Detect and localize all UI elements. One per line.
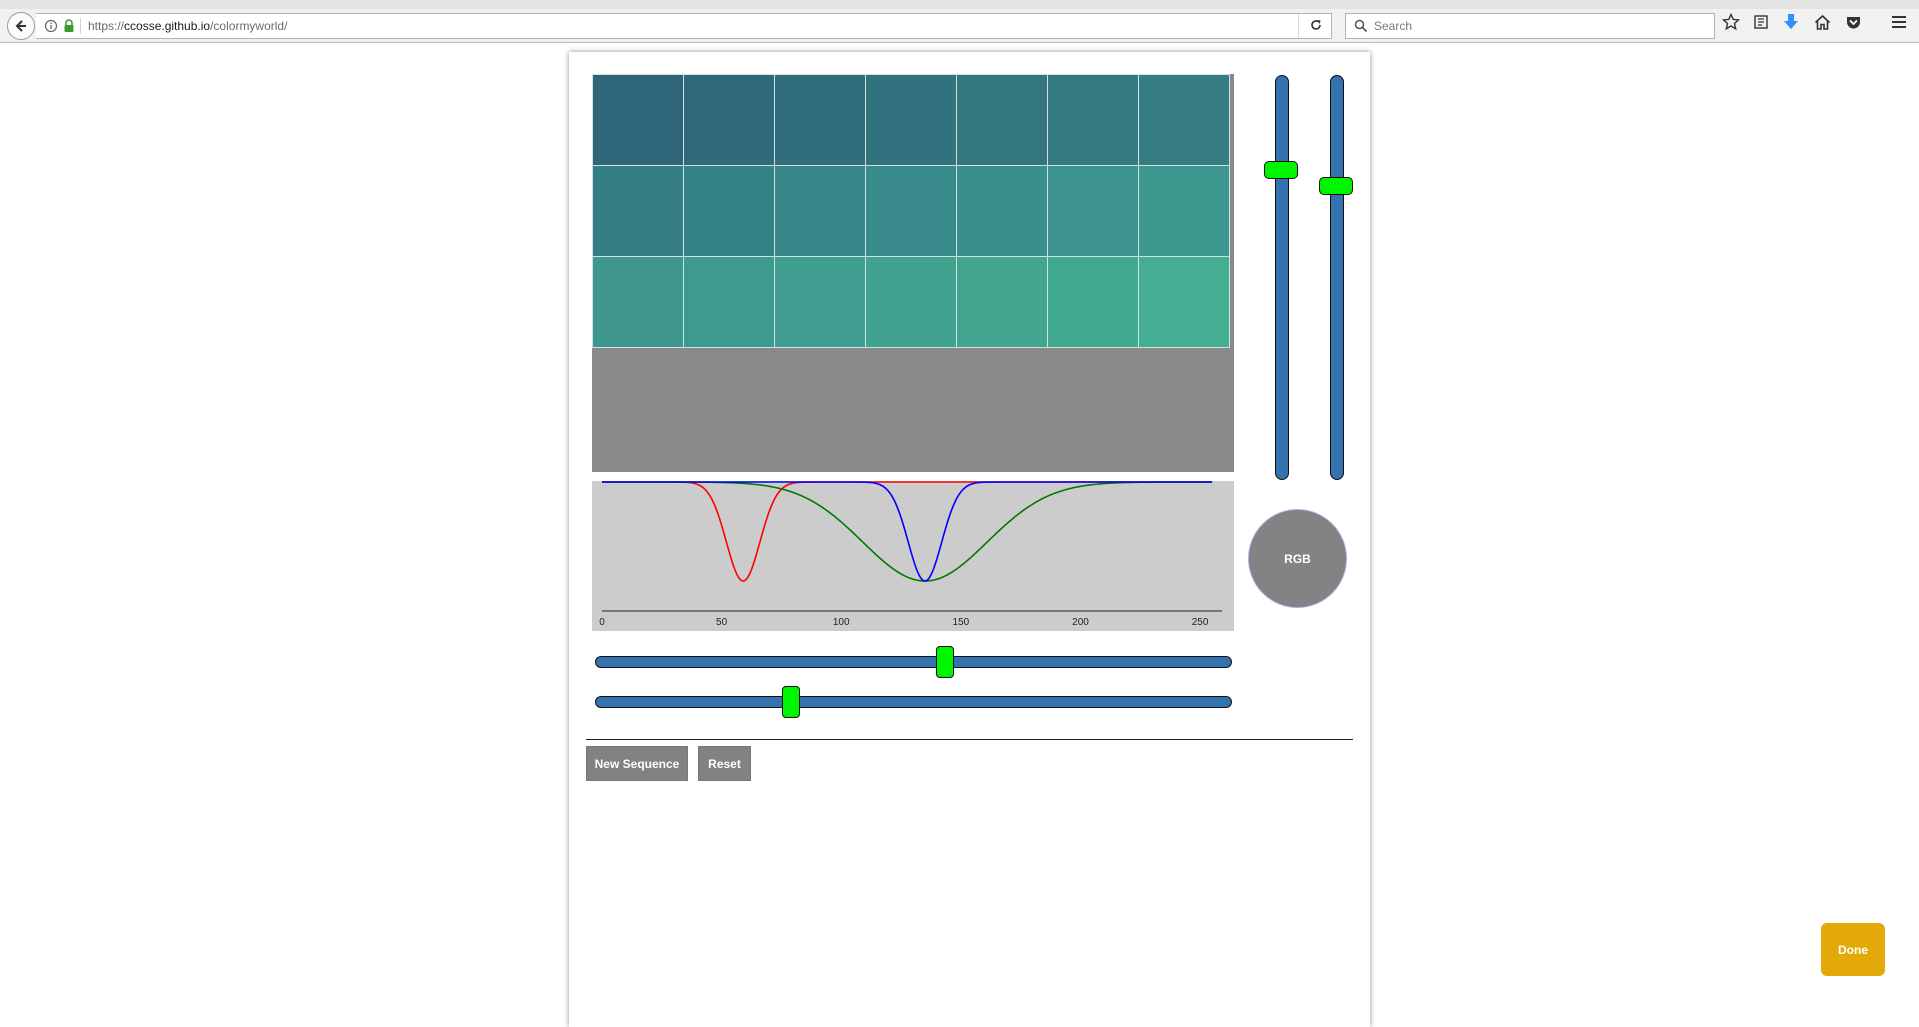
reload-icon[interactable] <box>1309 18 1323 32</box>
horizontal-slider-2[interactable] <box>595 686 1232 718</box>
lock-icon <box>64 19 74 32</box>
color-swatch[interactable] <box>865 165 957 257</box>
download-icon[interactable] <box>1781 12 1801 32</box>
url-separator <box>80 18 81 34</box>
vertical-slider-2-thumb[interactable] <box>1319 176 1353 195</box>
new-sequence-button[interactable]: New Sequence <box>586 746 688 781</box>
color-swatch[interactable] <box>956 256 1048 348</box>
browser-toolbar: https://ccosse.github.io/colormyworld/ S… <box>0 9 1919 43</box>
x-tick-label: 250 <box>1192 617 1209 628</box>
color-swatch[interactable] <box>683 256 775 348</box>
x-tick-label: 100 <box>833 617 850 628</box>
color-swatch[interactable] <box>865 256 957 348</box>
spectrum-graph-svg: 0 50 100 150 200 250 <box>599 481 1222 628</box>
done-button[interactable]: Done <box>1821 923 1885 976</box>
back-button[interactable] <box>7 12 35 40</box>
home-icon[interactable] <box>1812 12 1832 32</box>
pocket-icon[interactable] <box>1843 12 1863 32</box>
x-tick-label: 200 <box>1072 617 1089 628</box>
x-tick-label: 0 <box>599 617 605 628</box>
search-icon <box>1354 19 1368 33</box>
reading-list-icon[interactable] <box>1751 12 1771 32</box>
color-swatch[interactable] <box>592 165 684 257</box>
menu-icon[interactable] <box>1889 12 1909 32</box>
blue-channel-curve <box>602 481 1213 582</box>
app-panel: 0 50 100 150 200 250 RGB New Sequence Re… <box>569 52 1370 1027</box>
color-swatch[interactable] <box>1047 256 1139 348</box>
section-divider <box>586 739 1353 740</box>
url-text[interactable]: https://ccosse.github.io/colormyworld/ <box>88 19 287 33</box>
url-path: /colormyworld/ <box>210 19 288 33</box>
search-placeholder: Search <box>1374 19 1413 33</box>
spectrum-graph: 0 50 100 150 200 250 <box>592 481 1234 631</box>
color-swatch[interactable] <box>865 74 957 166</box>
rgb-button[interactable]: RGB <box>1248 509 1347 608</box>
red-channel-curve <box>602 481 1213 582</box>
color-swatch[interactable] <box>774 74 866 166</box>
search-bar[interactable]: Search <box>1345 13 1715 39</box>
color-swatch[interactable] <box>1138 74 1230 166</box>
vertical-slider-1[interactable] <box>1264 75 1298 480</box>
x-tick-label: 150 <box>953 617 970 628</box>
vertical-slider-2[interactable] <box>1319 75 1353 480</box>
reset-button[interactable]: Reset <box>698 746 751 781</box>
x-tick-label: 50 <box>716 617 728 628</box>
color-swatch[interactable] <box>592 256 684 348</box>
color-swatch[interactable] <box>956 74 1048 166</box>
color-swatch[interactable] <box>1138 256 1230 348</box>
back-arrow-icon <box>15 20 26 32</box>
vertical-slider-1-thumb[interactable] <box>1264 161 1298 180</box>
horizontal-slider-1[interactable] <box>595 646 1232 678</box>
color-swatch[interactable] <box>1047 74 1139 166</box>
color-swatch-grid <box>592 74 1234 472</box>
color-swatch[interactable] <box>683 74 775 166</box>
url-host: ccosse.github.io <box>124 19 211 33</box>
color-swatch[interactable] <box>774 165 866 257</box>
color-swatch[interactable] <box>956 165 1048 257</box>
reload-separator <box>1298 14 1299 38</box>
horizontal-slider-2-thumb[interactable] <box>781 686 800 718</box>
color-swatch[interactable] <box>774 256 866 348</box>
url-bar[interactable]: https://ccosse.github.io/colormyworld/ <box>36 13 1332 39</box>
horizontal-slider-1-thumb[interactable] <box>936 646 955 678</box>
info-icon[interactable] <box>44 19 58 33</box>
color-swatch[interactable] <box>1047 165 1139 257</box>
star-icon[interactable] <box>1721 12 1741 32</box>
color-swatch[interactable] <box>683 165 775 257</box>
url-scheme: https:// <box>88 19 125 33</box>
color-swatch[interactable] <box>1138 165 1230 257</box>
green-channel-curve <box>602 481 1213 582</box>
color-swatch[interactable] <box>592 74 684 166</box>
